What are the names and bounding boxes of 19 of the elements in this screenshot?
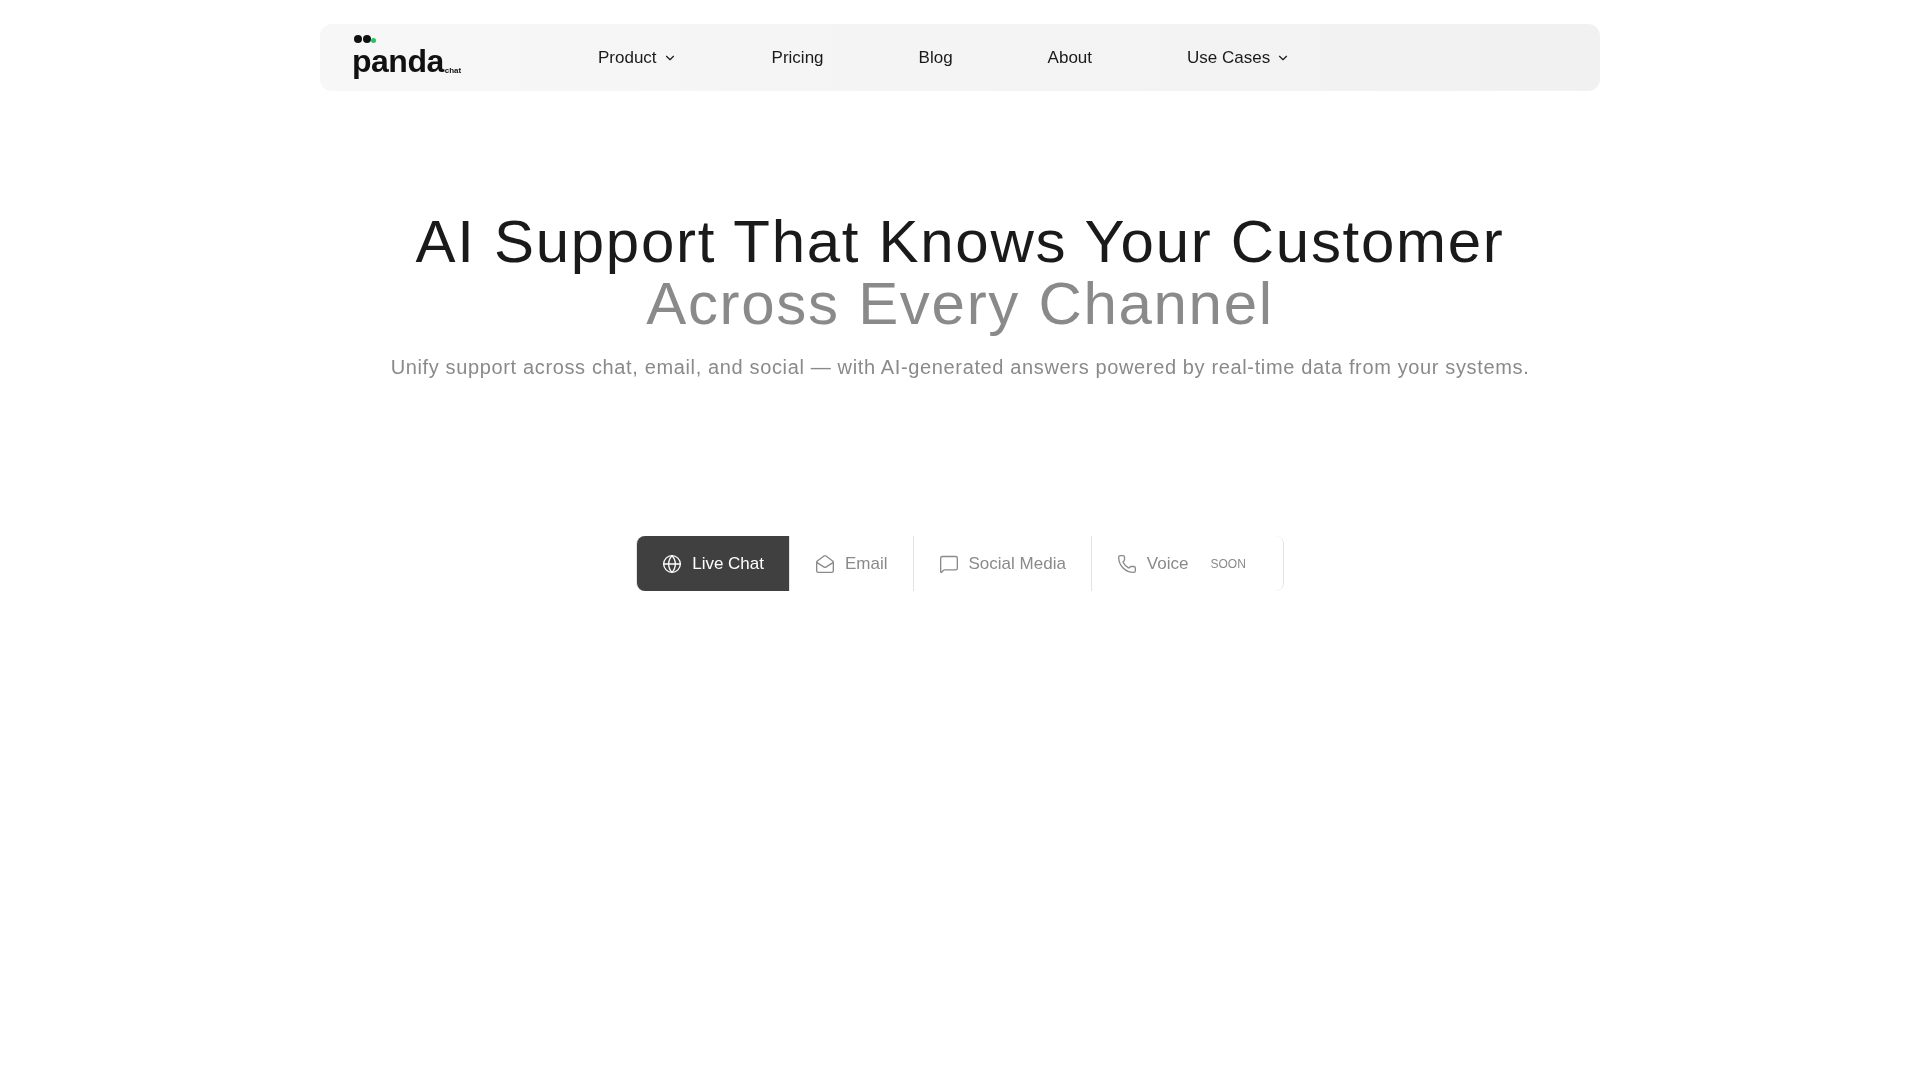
open-envelope-icon	[815, 553, 835, 574]
hero-subtitle: Unify support across chat, email, and social — with AI-generated answers powered by real-time data from your systems.	[390, 355, 1530, 380]
logo-subtitle: chat	[444, 66, 462, 75]
channel-tab[interactable]: Social Media	[912, 536, 1091, 591]
nav-link[interactable]: Pricing	[771, 44, 824, 71]
soon-label: SOON	[1210, 555, 1246, 573]
panda-ears-icon	[354, 35, 376, 43]
speech-bubble-icon	[938, 553, 959, 574]
hero-heading-accent: Across Every Channel	[646, 273, 1274, 335]
hero-heading: AI Support That Knows Your Customer	[415, 211, 1505, 273]
nav-link[interactable]: About	[1047, 44, 1093, 71]
nav-link[interactable]: Blog	[918, 44, 953, 71]
globe-icon	[662, 553, 683, 574]
channel-tab[interactable]: Voice SOON	[1090, 536, 1283, 591]
logo-wordmark: panda	[352, 43, 444, 80]
phone-icon	[1116, 553, 1137, 574]
nav-link[interactable]: Use Cases	[1187, 44, 1291, 71]
channel-tab[interactable]: Live Chat	[637, 536, 789, 591]
nav-link[interactable]: Product	[598, 44, 677, 71]
